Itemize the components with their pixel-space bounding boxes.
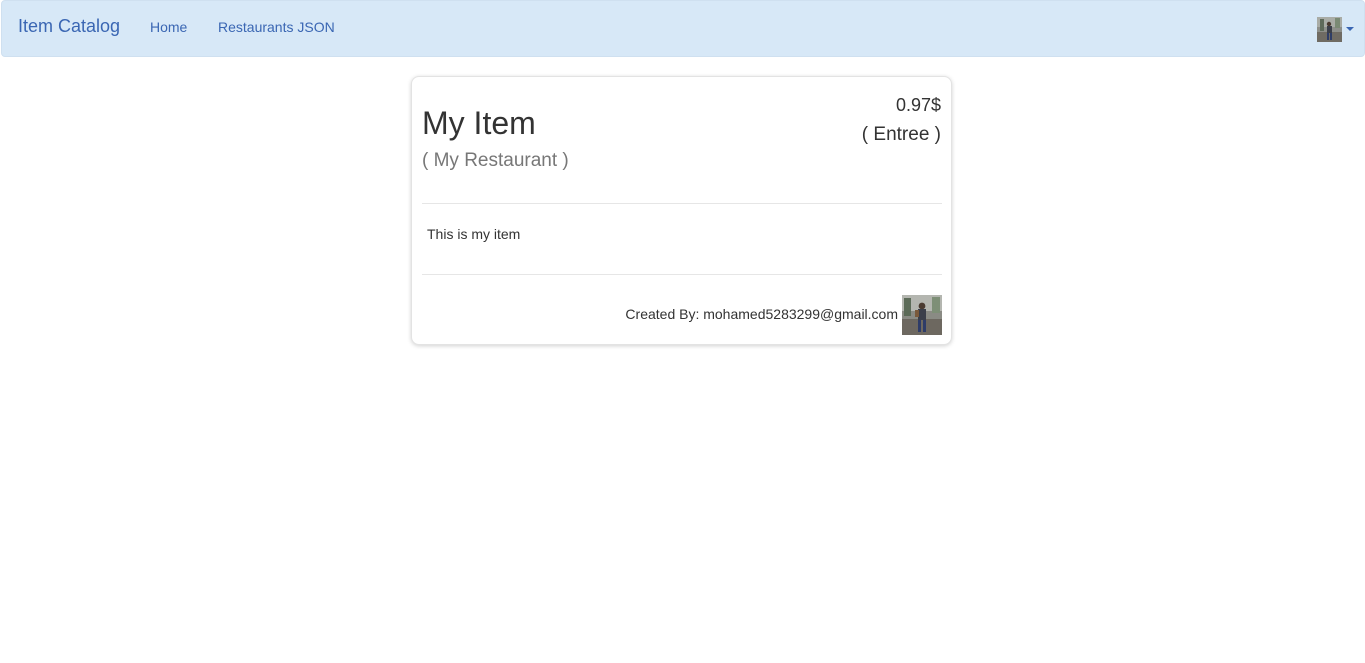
item-description: This is my item bbox=[427, 226, 521, 242]
chevron-down-icon bbox=[1346, 27, 1354, 31]
item-title: My Item bbox=[422, 105, 536, 141]
top-navbar: Item Catalog Home Restaurants JSON bbox=[1, 0, 1365, 57]
divider bbox=[422, 203, 942, 204]
creator-avatar bbox=[902, 295, 942, 335]
restaurant-name: ( My Restaurant ) bbox=[422, 150, 569, 171]
user-avatar bbox=[1317, 17, 1342, 42]
item-card: My Item ( My Restaurant ) 0.97$ ( Entree… bbox=[411, 76, 952, 345]
user-menu-toggle[interactable] bbox=[1317, 17, 1355, 42]
item-course: ( Entree ) bbox=[861, 124, 941, 145]
nav-link-restaurants-json[interactable]: Restaurants JSON bbox=[218, 19, 335, 35]
nav-link-home[interactable]: Home bbox=[150, 19, 187, 35]
item-price: 0.97$ bbox=[895, 95, 941, 115]
brand-link[interactable]: Item Catalog bbox=[18, 16, 120, 37]
created-by-label: Created By: mohamed5283299@gmail.com bbox=[625, 306, 898, 322]
divider bbox=[422, 274, 942, 275]
